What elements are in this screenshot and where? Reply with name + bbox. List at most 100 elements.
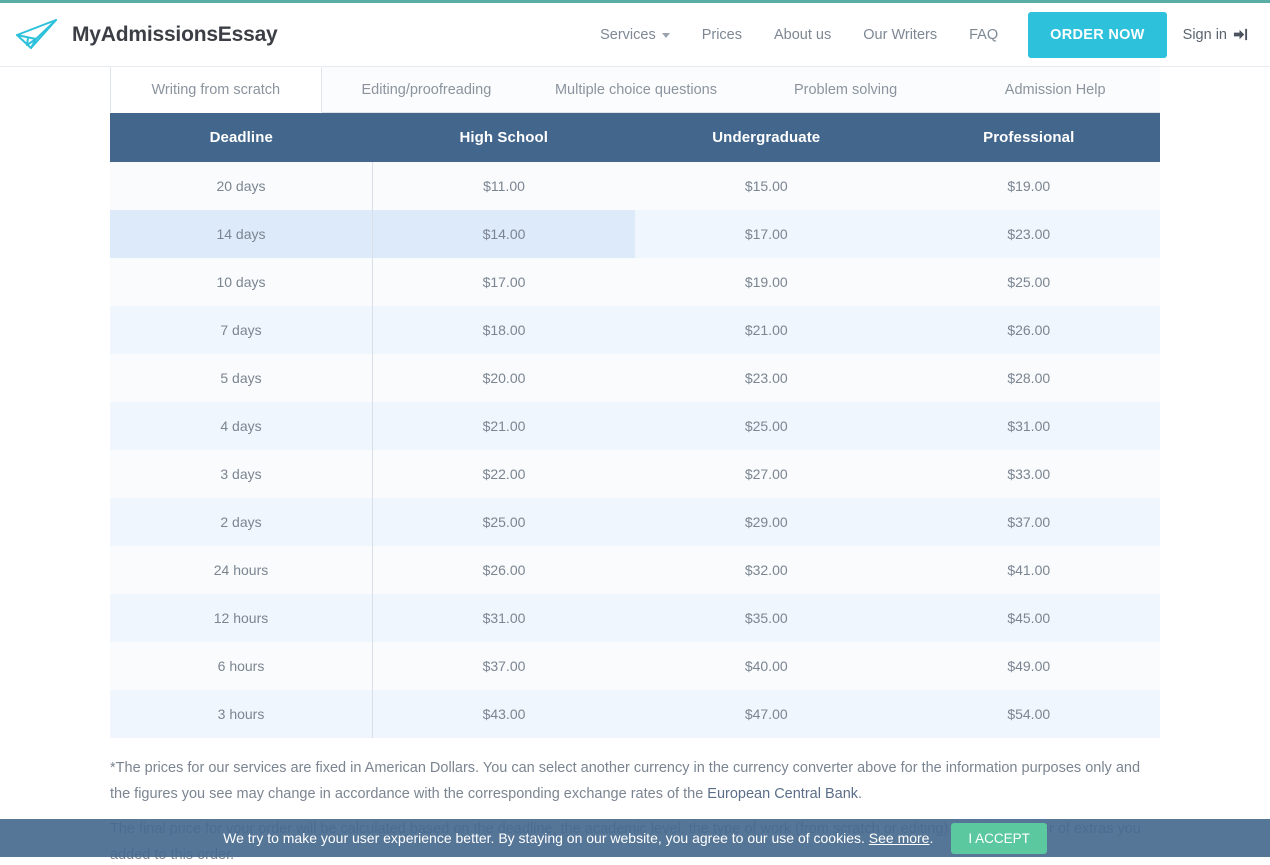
nav-item-prices[interactable]: Prices <box>686 27 758 43</box>
cell-price: $28.00 <box>897 354 1160 402</box>
cell-price: $45.00 <box>897 594 1160 642</box>
table-row[interactable]: 24 hours $26.00 $32.00 $41.00 <box>110 546 1160 594</box>
column-header-undergraduate: Undergraduate <box>635 113 898 162</box>
cell-price: $40.00 <box>635 642 898 690</box>
cell-deadline: 12 hours <box>110 594 373 642</box>
nav-item-services[interactable]: Services <box>584 27 686 43</box>
footnote-text-before: *The prices for our services are fixed i… <box>110 760 1141 802</box>
cell-price: $26.00 <box>897 306 1160 354</box>
nav-label: Prices <box>701 26 742 43</box>
cell-deadline: 14 days <box>110 210 373 258</box>
cell-price: $27.00 <box>635 450 898 498</box>
table-row[interactable]: 2 days $25.00 $29.00 $37.00 <box>110 498 1160 546</box>
pricing-table: Deadline High School Undergraduate Profe… <box>110 113 1160 738</box>
nav-item-about-us[interactable]: About us <box>758 27 847 43</box>
cell-price: $32.00 <box>635 546 898 594</box>
tab-label: Problem solving <box>793 81 898 98</box>
cell-deadline: 5 days <box>110 354 373 402</box>
cell-price: $22.00 <box>372 450 635 498</box>
cell-deadline: 6 hours <box>110 642 373 690</box>
cell-price: $37.00 <box>372 642 635 690</box>
cookie-see-more-link[interactable]: See more <box>869 830 930 846</box>
tab-label: Admission Help <box>1004 81 1106 98</box>
cell-deadline: 3 days <box>110 450 373 498</box>
table-row[interactable]: 3 days $22.00 $27.00 $33.00 <box>110 450 1160 498</box>
brand-name: MyAdmissionsEssay <box>72 22 278 46</box>
table-row[interactable]: 14 days $14.00 $17.00 $23.00 <box>110 210 1160 258</box>
table-row[interactable]: 7 days $18.00 $21.00 $26.00 <box>110 306 1160 354</box>
pricing-table-head: Deadline High School Undergraduate Profe… <box>110 113 1160 162</box>
service-tabs: Writing from scratch Editing/proofreadin… <box>110 67 1160 113</box>
cell-price: $19.00 <box>897 162 1160 210</box>
cell-price: $54.00 <box>897 690 1160 738</box>
european-central-bank-link[interactable]: European Central Bank <box>707 786 858 802</box>
tab-label: Writing from scratch <box>151 82 281 98</box>
table-row[interactable]: 12 hours $31.00 $35.00 $45.00 <box>110 594 1160 642</box>
nav-label: FAQ <box>969 26 999 43</box>
cell-price: $25.00 <box>897 258 1160 306</box>
cell-price: $18.00 <box>372 306 635 354</box>
cell-price: $20.00 <box>372 354 635 402</box>
service-tabs-container: Writing from scratch Editing/proofreadin… <box>0 67 1270 113</box>
table-row[interactable]: 4 days $21.00 $25.00 $31.00 <box>110 402 1160 450</box>
chevron-down-icon <box>661 33 670 38</box>
nav-label: About us <box>774 26 832 43</box>
nav-item-faq[interactable]: FAQ <box>953 27 1014 43</box>
cell-price: $31.00 <box>372 594 635 642</box>
column-header-professional: Professional <box>897 113 1160 162</box>
sign-in-link[interactable]: Sign in <box>1183 27 1254 43</box>
table-row[interactable]: 5 days $20.00 $23.00 $28.00 <box>110 354 1160 402</box>
footnote-text-after: . <box>858 786 863 802</box>
tab-multiple-choice-questions[interactable]: Multiple choice questions <box>531 67 741 113</box>
tab-editing-proofreading[interactable]: Editing/proofreading <box>321 67 532 113</box>
cell-price: $49.00 <box>897 642 1160 690</box>
cell-price: $31.00 <box>897 402 1160 450</box>
pricing-table-container: Deadline High School Undergraduate Profe… <box>0 113 1270 738</box>
main-nav: Services Prices About us Our Writers FAQ… <box>584 11 1254 58</box>
cell-price: $47.00 <box>635 690 898 738</box>
cell-deadline: 7 days <box>110 306 373 354</box>
nav-label: Services <box>600 26 656 43</box>
cell-price: $37.00 <box>897 498 1160 546</box>
page-root: MyAdmissionsEssay Services Prices About … <box>0 0 1270 865</box>
cookie-message: We try to make your user experience bett… <box>223 830 933 846</box>
cell-price: $11.00 <box>372 162 635 210</box>
tab-writing-from-scratch[interactable]: Writing from scratch <box>110 67 322 113</box>
order-now-button[interactable]: ORDER NOW <box>1028 11 1167 58</box>
cell-price: $17.00 <box>635 210 898 258</box>
nav-item-our-writers[interactable]: Our Writers <box>847 27 953 43</box>
paper-plane-icon <box>16 18 57 49</box>
table-header-row: Deadline High School Undergraduate Profe… <box>110 113 1160 162</box>
table-row[interactable]: 3 hours $43.00 $47.00 $54.00 <box>110 690 1160 738</box>
cell-price: $41.00 <box>897 546 1160 594</box>
cell-price: $17.00 <box>372 258 635 306</box>
cookie-text-before: We try to make your user experience bett… <box>223 830 869 846</box>
cell-price: $14.00 <box>372 210 635 258</box>
cell-price: $33.00 <box>897 450 1160 498</box>
cell-price: $23.00 <box>897 210 1160 258</box>
nav-label: Our Writers <box>863 26 938 43</box>
brand-logo[interactable]: MyAdmissionsEssay <box>14 17 278 53</box>
cell-price: $21.00 <box>372 402 635 450</box>
table-row[interactable]: 20 days $11.00 $15.00 $19.00 <box>110 162 1160 210</box>
cell-deadline: 2 days <box>110 498 373 546</box>
tab-problem-solving[interactable]: Problem solving <box>740 67 951 113</box>
cell-price: $29.00 <box>635 498 898 546</box>
tab-label: Editing/proofreading <box>361 81 492 98</box>
cell-deadline: 24 hours <box>110 546 373 594</box>
cell-deadline: 10 days <box>110 258 373 306</box>
tab-admission-help[interactable]: Admission Help <box>950 67 1160 113</box>
tab-label: Multiple choice questions <box>554 81 717 98</box>
cell-price: $15.00 <box>635 162 898 210</box>
cell-deadline: 20 days <box>110 162 373 210</box>
column-header-deadline: Deadline <box>110 113 373 162</box>
cell-deadline: 3 hours <box>110 690 373 738</box>
site-header: MyAdmissionsEssay Services Prices About … <box>0 3 1270 67</box>
cell-price: $43.00 <box>372 690 635 738</box>
table-row[interactable]: 6 hours $37.00 $40.00 $49.00 <box>110 642 1160 690</box>
cell-price: $21.00 <box>635 306 898 354</box>
cookie-accept-button[interactable]: I ACCEPT <box>951 822 1047 854</box>
cookie-consent-banner: We try to make your user experience bett… <box>0 819 1270 857</box>
table-row[interactable]: 10 days $17.00 $19.00 $25.00 <box>110 258 1160 306</box>
cell-price: $26.00 <box>372 546 635 594</box>
